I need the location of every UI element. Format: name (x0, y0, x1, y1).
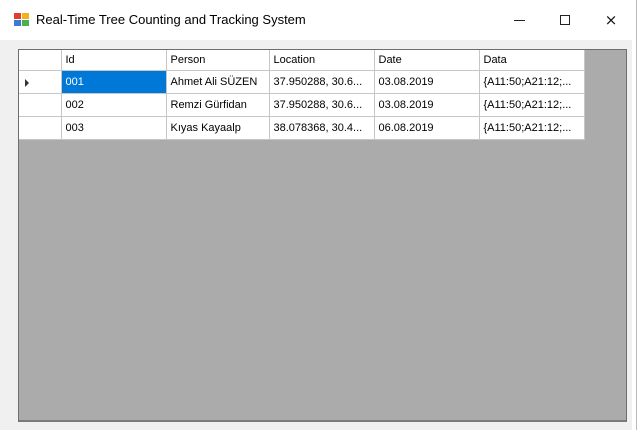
minimize-button[interactable] (496, 0, 542, 40)
window-title: Real-Time Tree Counting and Tracking Sys… (36, 12, 306, 27)
close-icon: × (604, 11, 618, 29)
column-header-date[interactable]: Date (374, 50, 480, 71)
header-row: Id Person Location Date Data (19, 50, 585, 71)
row-header[interactable] (19, 93, 62, 117)
column-header-data[interactable]: Data (479, 50, 585, 71)
window-border (636, 0, 637, 430)
row-header[interactable] (19, 116, 62, 140)
data-grid[interactable]: Id Person Location Date Data 001 Ahmet A… (18, 49, 627, 422)
cell-id[interactable]: 002 (61, 93, 167, 117)
cell-data[interactable]: {A11:50;A21:12;... (479, 116, 585, 140)
column-header-person[interactable]: Person (166, 50, 270, 71)
cell-person[interactable]: Ahmet Ali SÜZEN (166, 70, 270, 94)
cell-id[interactable]: 001 (61, 70, 167, 94)
main-window: Real-Time Tree Counting and Tracking Sys… (0, 0, 632, 430)
cell-date[interactable]: 06.08.2019 (374, 116, 480, 140)
column-header-id[interactable]: Id (61, 50, 167, 71)
cell-person[interactable]: Remzi Gürfidan (166, 93, 270, 117)
cell-person[interactable]: Kıyas Kayaalp (166, 116, 270, 140)
maximize-button[interactable] (542, 0, 588, 40)
app-icon[interactable] (14, 13, 30, 27)
cell-date[interactable]: 03.08.2019 (374, 70, 480, 94)
minimize-icon (513, 19, 525, 21)
table-row[interactable]: 001 Ahmet Ali SÜZEN 37.950288, 30.6... 0… (19, 70, 585, 94)
data-table: Id Person Location Date Data 001 Ahmet A… (19, 50, 585, 140)
cell-data[interactable]: {A11:50;A21:12;... (479, 70, 585, 94)
column-header-location[interactable]: Location (269, 50, 375, 71)
table-row[interactable]: 003 Kıyas Kayaalp 38.078368, 30.4... 06.… (19, 116, 585, 140)
cell-location[interactable]: 38.078368, 30.4... (269, 116, 375, 140)
row-header[interactable] (19, 70, 62, 94)
row-arrow-icon (25, 78, 29, 87)
table-row[interactable]: 002 Remzi Gürfidan 37.950288, 30.6... 03… (19, 93, 585, 117)
close-button[interactable]: × (588, 0, 634, 40)
cell-id[interactable]: 003 (61, 116, 167, 140)
row-header-corner[interactable] (19, 50, 62, 71)
title-bar[interactable]: Real-Time Tree Counting and Tracking Sys… (0, 0, 632, 40)
cell-location[interactable]: 37.950288, 30.6... (269, 70, 375, 94)
cell-date[interactable]: 03.08.2019 (374, 93, 480, 117)
cell-data[interactable]: {A11:50;A21:12;... (479, 93, 585, 117)
cell-location[interactable]: 37.950288, 30.6... (269, 93, 375, 117)
maximize-icon (560, 15, 570, 25)
